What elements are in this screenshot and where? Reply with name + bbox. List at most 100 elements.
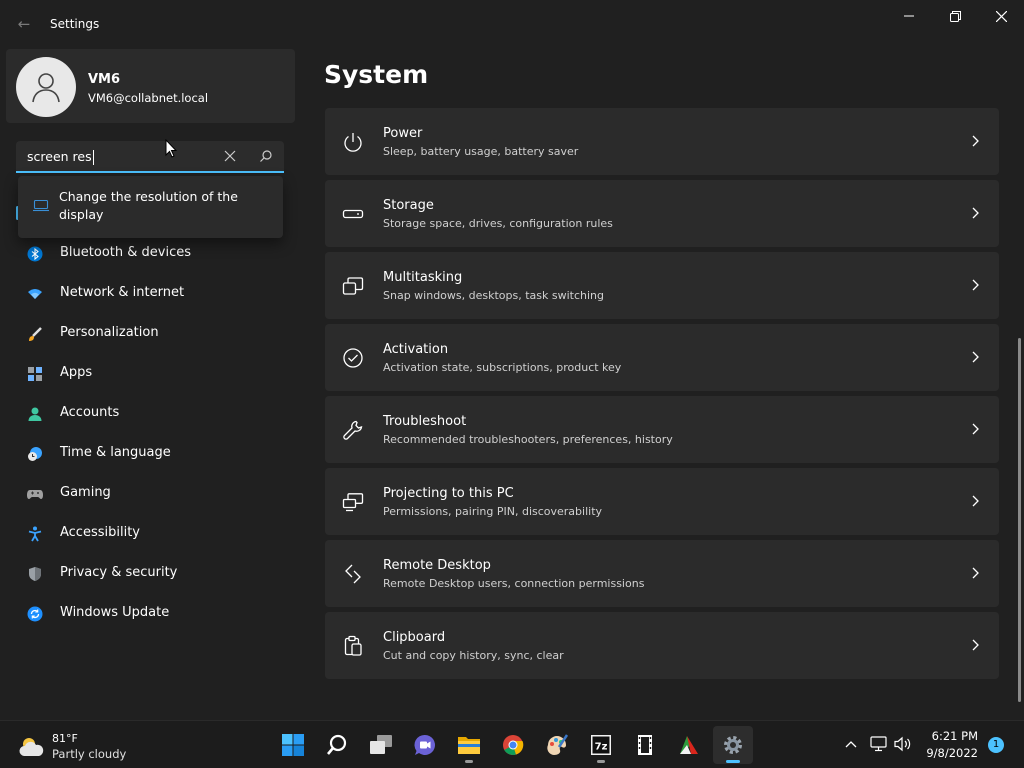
card-subtitle: Permissions, pairing PIN, discoverabilit… (383, 505, 603, 518)
sidebar-item-label: Network & internet (60, 285, 185, 300)
clock-date[interactable]: 9/8/2022 (920, 746, 978, 760)
sidebar-item-privacy-security[interactable]: Privacy & security (16, 554, 296, 594)
search-suggestions-dropdown: Change the resolution of the display (18, 176, 283, 238)
sidebar-item-network-internet[interactable]: Network & internet (16, 274, 296, 314)
search-input[interactable]: screen res (27, 149, 92, 164)
search-icon[interactable] (258, 148, 274, 164)
card-title: Clipboard (383, 630, 446, 645)
sidebar-item-label: Apps (60, 365, 93, 380)
sidebar-item-label: Bluetooth & devices (60, 245, 191, 260)
title-bar: ← Settings (0, 0, 1024, 48)
taskbar-paint-button[interactable] (537, 726, 577, 764)
network-status-button[interactable] (868, 733, 890, 755)
app-icon (680, 736, 698, 754)
notification-badge[interactable]: 1 (988, 737, 1004, 753)
sidebar-item-bluetooth-devices[interactable]: Bluetooth & devices (16, 234, 296, 274)
chevron-up-icon (845, 741, 857, 748)
sidebar-item-gaming[interactable]: Gaming (16, 474, 296, 514)
avatar (16, 57, 76, 117)
settings-search-box[interactable]: screen res (16, 141, 284, 173)
settings-icon (724, 736, 742, 754)
chevron-right-icon (972, 495, 979, 507)
settings-card-projecting[interactable]: Projecting to this PC Permissions, pairi… (325, 468, 999, 535)
taskbar-search-button[interactable] (317, 726, 357, 764)
bluetooth-icon (27, 246, 43, 262)
settings-card-storage[interactable]: Storage Storage space, drives, configura… (325, 180, 999, 247)
card-subtitle: Storage space, drives, configuration rul… (383, 217, 613, 230)
clear-search-icon[interactable] (222, 148, 238, 164)
window-title: Settings (50, 17, 100, 31)
taskbar-app-button[interactable] (669, 726, 709, 764)
wrench-icon (343, 420, 363, 440)
sidebar-item-accounts[interactable]: Accounts (16, 394, 296, 434)
taskbar-chrome-button[interactable] (493, 726, 533, 764)
gamepad-icon (27, 490, 43, 499)
settings-card-activation[interactable]: Activation Activation state, subscriptio… (325, 324, 999, 391)
sidebar-item-label: Windows Update (60, 605, 170, 620)
settings-card-multitasking[interactable]: Multitasking Snap windows, desktops, tas… (325, 252, 999, 319)
search-input-wrap[interactable]: screen res (27, 149, 94, 165)
paint-icon (547, 734, 569, 755)
settings-window: ← Settings VM6 VM6@collabnet.local scree… (0, 0, 1024, 720)
settings-card-power[interactable]: Power Sleep, battery usage, battery save… (325, 108, 999, 175)
card-subtitle: Activation state, subscriptions, product… (383, 361, 622, 374)
accessibility-icon (28, 526, 42, 542)
chevron-right-icon (972, 135, 979, 147)
sidebar-item-label: Time & language (60, 445, 171, 460)
settings-card-remote-desktop[interactable]: Remote Desktop Remote Desktop users, con… (325, 540, 999, 607)
search-suggestion-label: Change the resolution of the display (59, 189, 238, 222)
settings-card-troubleshoot[interactable]: Troubleshoot Recommended troubleshooters… (325, 396, 999, 463)
close-button[interactable] (978, 0, 1024, 32)
taskbar-settings-button[interactable] (713, 726, 753, 764)
teams-chat-icon (414, 734, 435, 755)
minimize-button[interactable] (886, 0, 932, 32)
remote-desktop-icon (345, 564, 361, 584)
chevron-right-icon (972, 639, 979, 651)
weather-temperature: 81°F (52, 732, 78, 745)
sidebar-item-personalization[interactable]: Personalization (16, 314, 296, 354)
taskbar-7zip-button[interactable]: 7z (581, 726, 621, 764)
settings-card-clipboard[interactable]: Clipboard Cut and copy history, sync, cl… (325, 612, 999, 679)
search-icon (327, 734, 347, 755)
film-icon (638, 735, 652, 755)
user-profile-card[interactable]: VM6 VM6@collabnet.local (6, 49, 295, 123)
taskbar-task-view-button[interactable] (361, 726, 401, 764)
taskbar-teams-chat-button[interactable] (405, 726, 445, 764)
card-subtitle: Sleep, battery usage, battery saver (383, 145, 579, 158)
taskbar-file-explorer-button[interactable] (449, 726, 489, 764)
main-scrollbar[interactable] (1018, 338, 1021, 702)
taskbar-start-button[interactable] (273, 726, 313, 764)
clock-time[interactable]: 6:21 PM (920, 729, 978, 743)
chrome-icon (503, 735, 524, 755)
update-icon (27, 606, 43, 622)
system-settings-list: Power Sleep, battery usage, battery save… (325, 108, 999, 684)
show-hidden-icons-button[interactable] (840, 733, 862, 755)
chevron-right-icon (972, 279, 979, 291)
chevron-right-icon (972, 567, 979, 579)
sidebar-item-apps[interactable]: Apps (16, 354, 296, 394)
display-icon (33, 199, 49, 212)
sidebar-item-time-language[interactable]: Time & language (16, 434, 296, 474)
chevron-right-icon (972, 207, 979, 219)
sidebar-item-accessibility[interactable]: Accessibility (16, 514, 296, 554)
wifi-icon (28, 289, 42, 299)
back-button[interactable]: ← (14, 14, 34, 34)
chevron-right-icon (972, 423, 979, 435)
chevron-right-icon (972, 351, 979, 363)
task-view-icon (370, 735, 392, 754)
partly-cloudy-icon (19, 738, 44, 756)
card-title: Activation (383, 342, 449, 357)
sidebar-item-label: Privacy & security (60, 565, 178, 580)
shield-icon (29, 567, 41, 581)
restore-button[interactable] (932, 0, 978, 32)
minimize-icon (904, 15, 914, 17)
taskbar-film-button[interactable] (625, 726, 665, 764)
sidebar-item-windows-update[interactable]: Windows Update (16, 594, 296, 634)
weather-widget[interactable]: 81°F Partly cloudy (18, 732, 168, 761)
card-title: Remote Desktop (383, 558, 491, 573)
svg-text:7z: 7z (595, 742, 608, 753)
activation-icon (343, 348, 363, 368)
file-explorer-icon (458, 737, 480, 754)
user-name: VM6 (88, 72, 121, 87)
volume-button[interactable] (892, 733, 914, 755)
